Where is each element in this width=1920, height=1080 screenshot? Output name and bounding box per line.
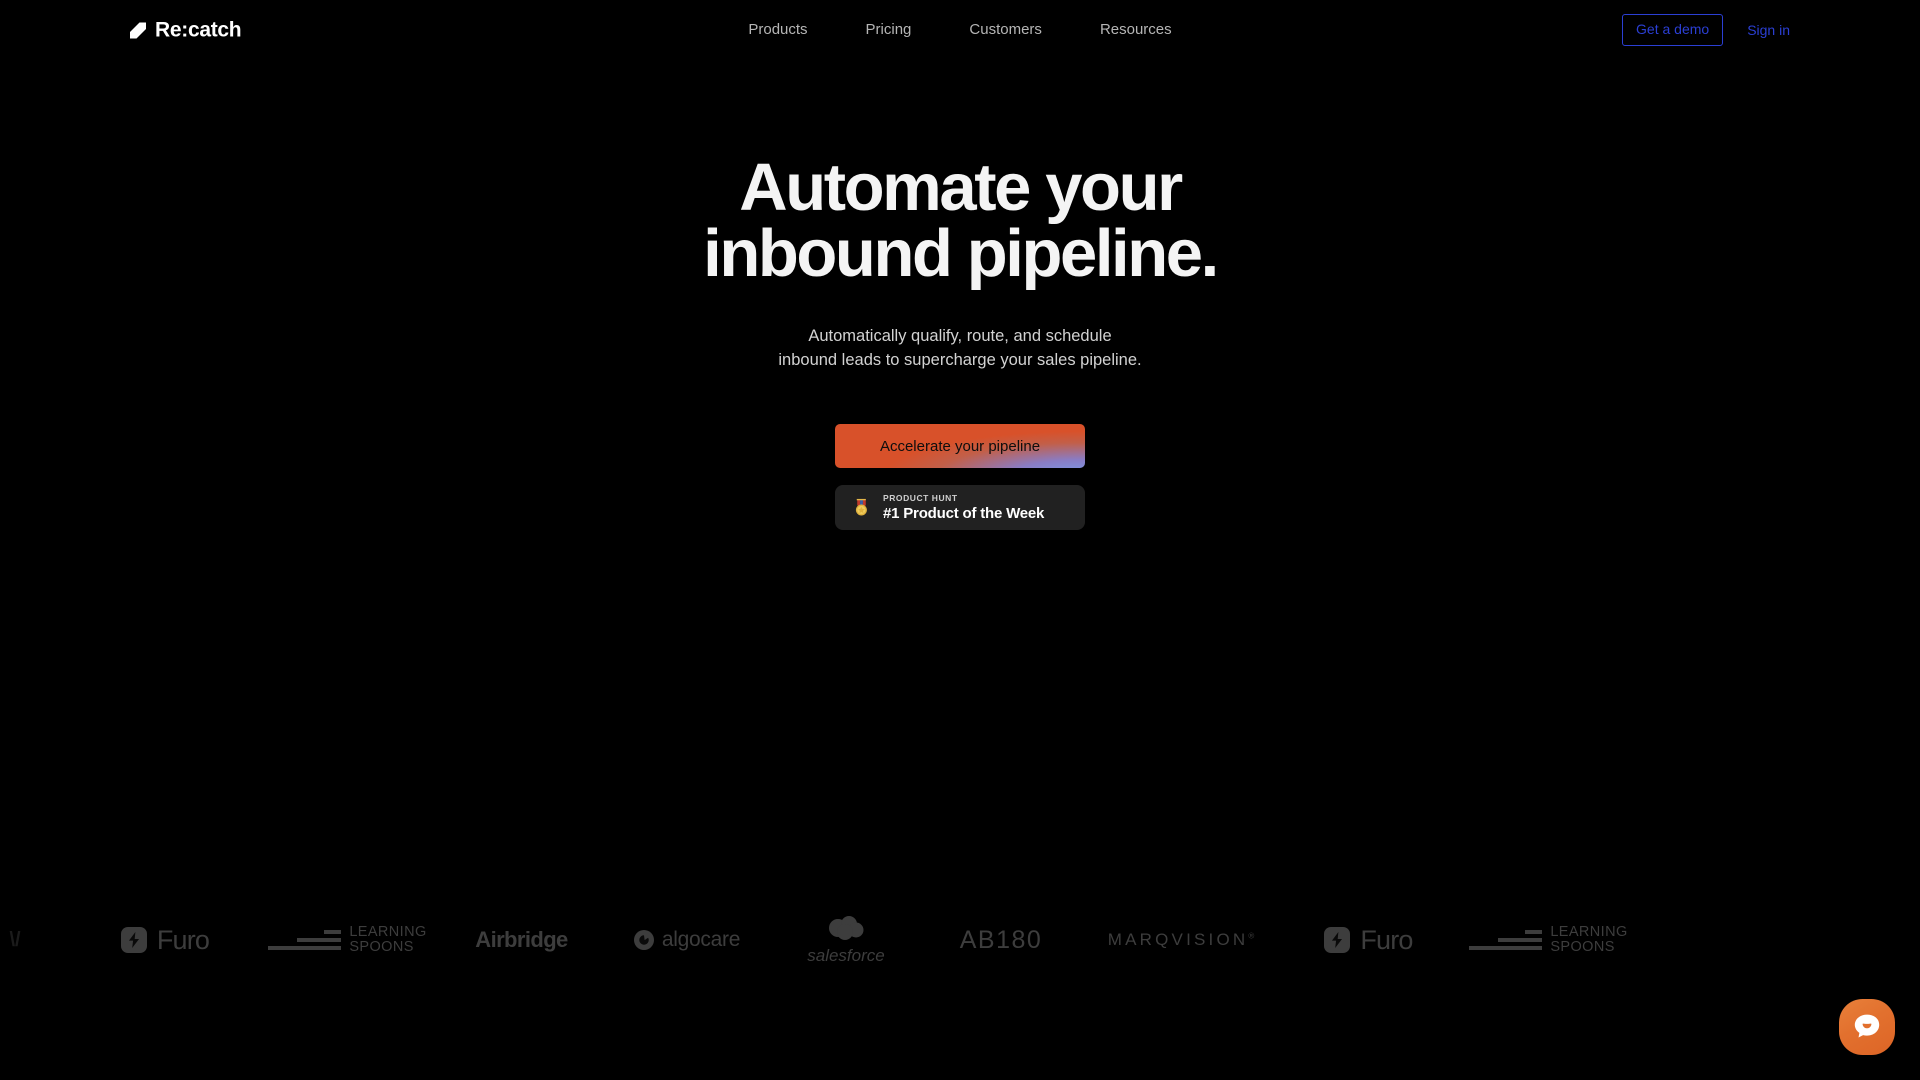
stacked-bars-icon bbox=[268, 930, 342, 950]
chat-widget-button[interactable] bbox=[1839, 999, 1895, 1055]
stacked-bars-icon bbox=[1469, 930, 1543, 950]
cloud-icon bbox=[822, 915, 870, 946]
cta-label: Accelerate your pipeline bbox=[879, 437, 1041, 455]
learning-spoons-line1: LEARNING bbox=[1550, 924, 1628, 940]
partial-logo-edge: \/ bbox=[9, 928, 21, 951]
furo-logo-text: Furo bbox=[1360, 924, 1413, 955]
learning-spoons-line2: SPOONS bbox=[349, 939, 414, 955]
product-hunt-badge[interactable]: PRODUCT HUNT #1 Product of the Week bbox=[835, 485, 1085, 530]
customer-logo-marquee: \/ Furo LEARNING SPOONS Airbridge algoca… bbox=[0, 895, 1920, 985]
salesforce-logo-text: salesforce bbox=[807, 945, 885, 965]
logo-item-algocare: algocare bbox=[603, 895, 771, 985]
logo-track: \/ Furo LEARNING SPOONS Airbridge algoca… bbox=[0, 895, 1641, 985]
airbridge-logo-text: Airbridge bbox=[475, 927, 568, 952]
accelerate-your-pipeline-button[interactable]: Accelerate your pipeline bbox=[835, 424, 1085, 468]
furo-logo-text: Furo bbox=[156, 924, 210, 955]
logo-item-marqvision: MARQVISION® bbox=[1081, 895, 1281, 985]
logo-item-furo: Furo bbox=[75, 895, 255, 985]
product-hunt-badge-texts: PRODUCT HUNT #1 Product of the Week bbox=[883, 493, 1044, 523]
marqvision-logo-text: MARQVISION bbox=[1107, 930, 1249, 949]
learning-spoons-line1: LEARNING bbox=[349, 924, 427, 940]
ab180-logo-text: AB180 bbox=[959, 925, 1043, 954]
logo-item: \/ bbox=[0, 895, 75, 985]
medal-icon bbox=[852, 498, 872, 517]
logo-item-furo-2: Furo bbox=[1281, 895, 1456, 985]
hero-section: Automate your inbound pipeline. Automati… bbox=[0, 0, 1920, 530]
hero-subtitle: Automatically qualify, route, and schedu… bbox=[778, 327, 1142, 369]
page-title: Automate your inbound pipeline. bbox=[703, 150, 1219, 291]
product-hunt-eyebrow: PRODUCT HUNT bbox=[883, 492, 958, 503]
lightning-bolt-icon bbox=[120, 927, 147, 953]
logo-item-learning-spoons-2: LEARNING SPOONS bbox=[1456, 895, 1641, 985]
logo-item-learning-spoons: LEARNING SPOONS bbox=[255, 895, 440, 985]
learning-spoons-line2: SPOONS bbox=[1550, 939, 1615, 955]
logo-item-airbridge: Airbridge bbox=[440, 895, 603, 985]
algocare-logo-text: algocare bbox=[661, 928, 741, 951]
logo-item-salesforce: salesforce bbox=[771, 895, 921, 985]
logo-item-ab180: AB180 bbox=[921, 895, 1081, 985]
chat-bubble-smile-icon bbox=[1852, 1011, 1882, 1044]
product-hunt-title: #1 Product of the Week bbox=[883, 504, 1045, 522]
lightning-bolt-icon bbox=[1324, 927, 1351, 953]
registered-mark-icon: ® bbox=[1248, 931, 1255, 941]
algocare-circle-icon bbox=[633, 930, 654, 950]
